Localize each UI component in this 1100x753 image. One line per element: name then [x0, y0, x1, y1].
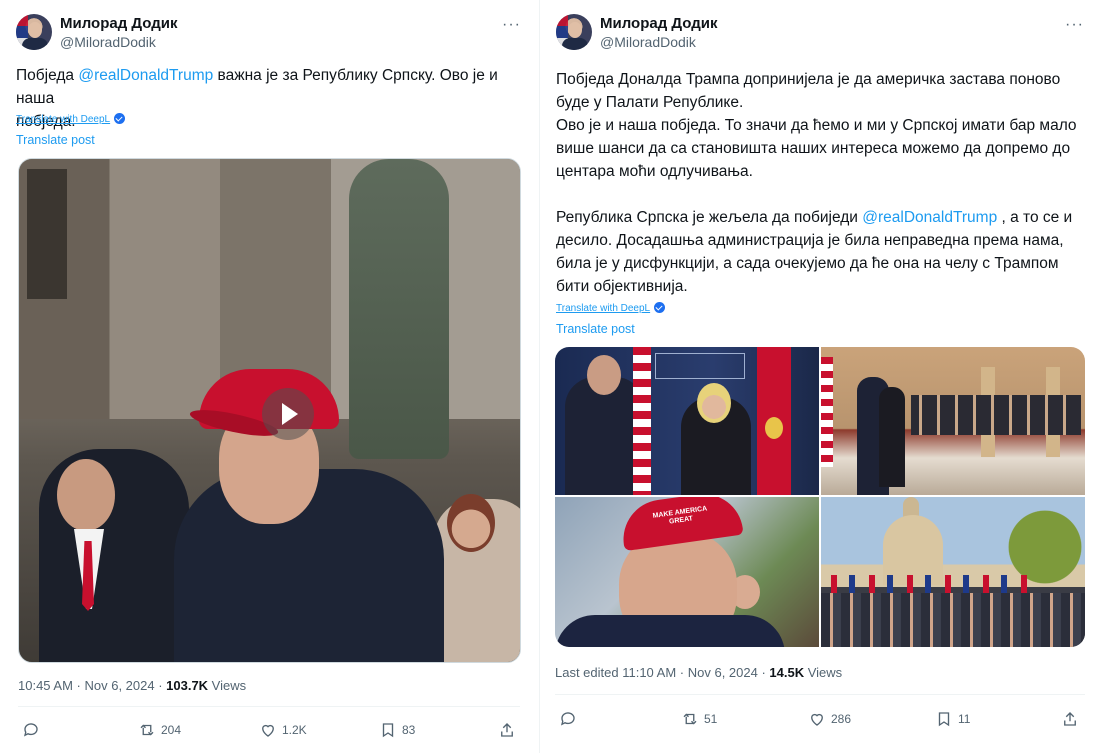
action-bar: 204 1.2K 83: [18, 721, 520, 743]
bookmark-button[interactable]: 11: [935, 710, 970, 728]
more-dots-icon[interactable]: ···: [502, 16, 521, 34]
repost-icon: [683, 713, 697, 725]
share-icon: [501, 723, 513, 737]
deepl-verified-icon: [654, 302, 666, 313]
author-handle[interactable]: @MiloradDodik: [600, 34, 696, 50]
translate-post-link[interactable]: Translate post: [16, 133, 95, 147]
reply-button[interactable]: [22, 721, 45, 739]
more-dots-icon[interactable]: ···: [1065, 16, 1084, 34]
repost-button[interactable]: 204: [138, 721, 181, 739]
bookmark-button[interactable]: 83: [379, 721, 415, 739]
heart-icon: [811, 713, 823, 726]
share-button[interactable]: [498, 721, 521, 739]
avatar[interactable]: [16, 14, 52, 50]
post-text: Побједа Доналда Трампа допринијела је да…: [556, 71, 1077, 295]
post-header: Милорад Додик @MiloradDodik ···: [16, 14, 523, 54]
reply-icon: [23, 723, 38, 737]
post-video[interactable]: [18, 158, 521, 663]
repost-icon: [140, 724, 154, 736]
action-bar: 51 286 11: [555, 710, 1085, 732]
translate-deepl-link[interactable]: Translate with DeepL: [16, 113, 126, 125]
post-left: Милорад Додик @MiloradDodik ··· Побједа …: [0, 0, 537, 753]
photo-4[interactable]: [821, 497, 1085, 647]
like-button[interactable]: 286: [808, 710, 851, 728]
post-meta: Last edited 11:10 AM · Nov 6, 2024 · 14.…: [555, 665, 843, 680]
photo-3[interactable]: [555, 497, 819, 647]
bookmark-icon: [382, 723, 394, 738]
mention-link[interactable]: @realDonaldTrump: [862, 209, 997, 226]
post-photo-grid: [555, 347, 1085, 647]
post-meta: 10:45 AM · Nov 6, 2024 · 103.7K Views: [18, 678, 247, 693]
photo-2[interactable]: [821, 347, 1085, 495]
repost-button[interactable]: 51: [681, 710, 717, 728]
play-icon[interactable]: [262, 388, 314, 440]
like-button[interactable]: 1.2K: [259, 721, 307, 739]
post-header: Милорад Додик @MiloradDodik ···: [556, 14, 1086, 54]
translate-post-link[interactable]: Translate post: [556, 322, 635, 336]
translate-deepl-link[interactable]: Translate with DeepL: [556, 302, 666, 314]
bookmark-icon: [938, 712, 950, 727]
avatar[interactable]: [556, 14, 592, 50]
reply-button[interactable]: [559, 710, 582, 728]
mention-link[interactable]: @realDonaldTrump: [78, 67, 213, 84]
author-handle[interactable]: @MiloradDodik: [60, 34, 156, 50]
reply-icon: [560, 712, 575, 726]
heart-icon: [262, 724, 274, 737]
deepl-verified-icon: [114, 113, 126, 124]
share-button[interactable]: [1061, 710, 1084, 728]
photo-1[interactable]: [555, 347, 819, 495]
share-icon: [1064, 712, 1076, 726]
author-name[interactable]: Милорад Додик: [60, 15, 178, 32]
author-name[interactable]: Милорад Додик: [600, 15, 718, 32]
